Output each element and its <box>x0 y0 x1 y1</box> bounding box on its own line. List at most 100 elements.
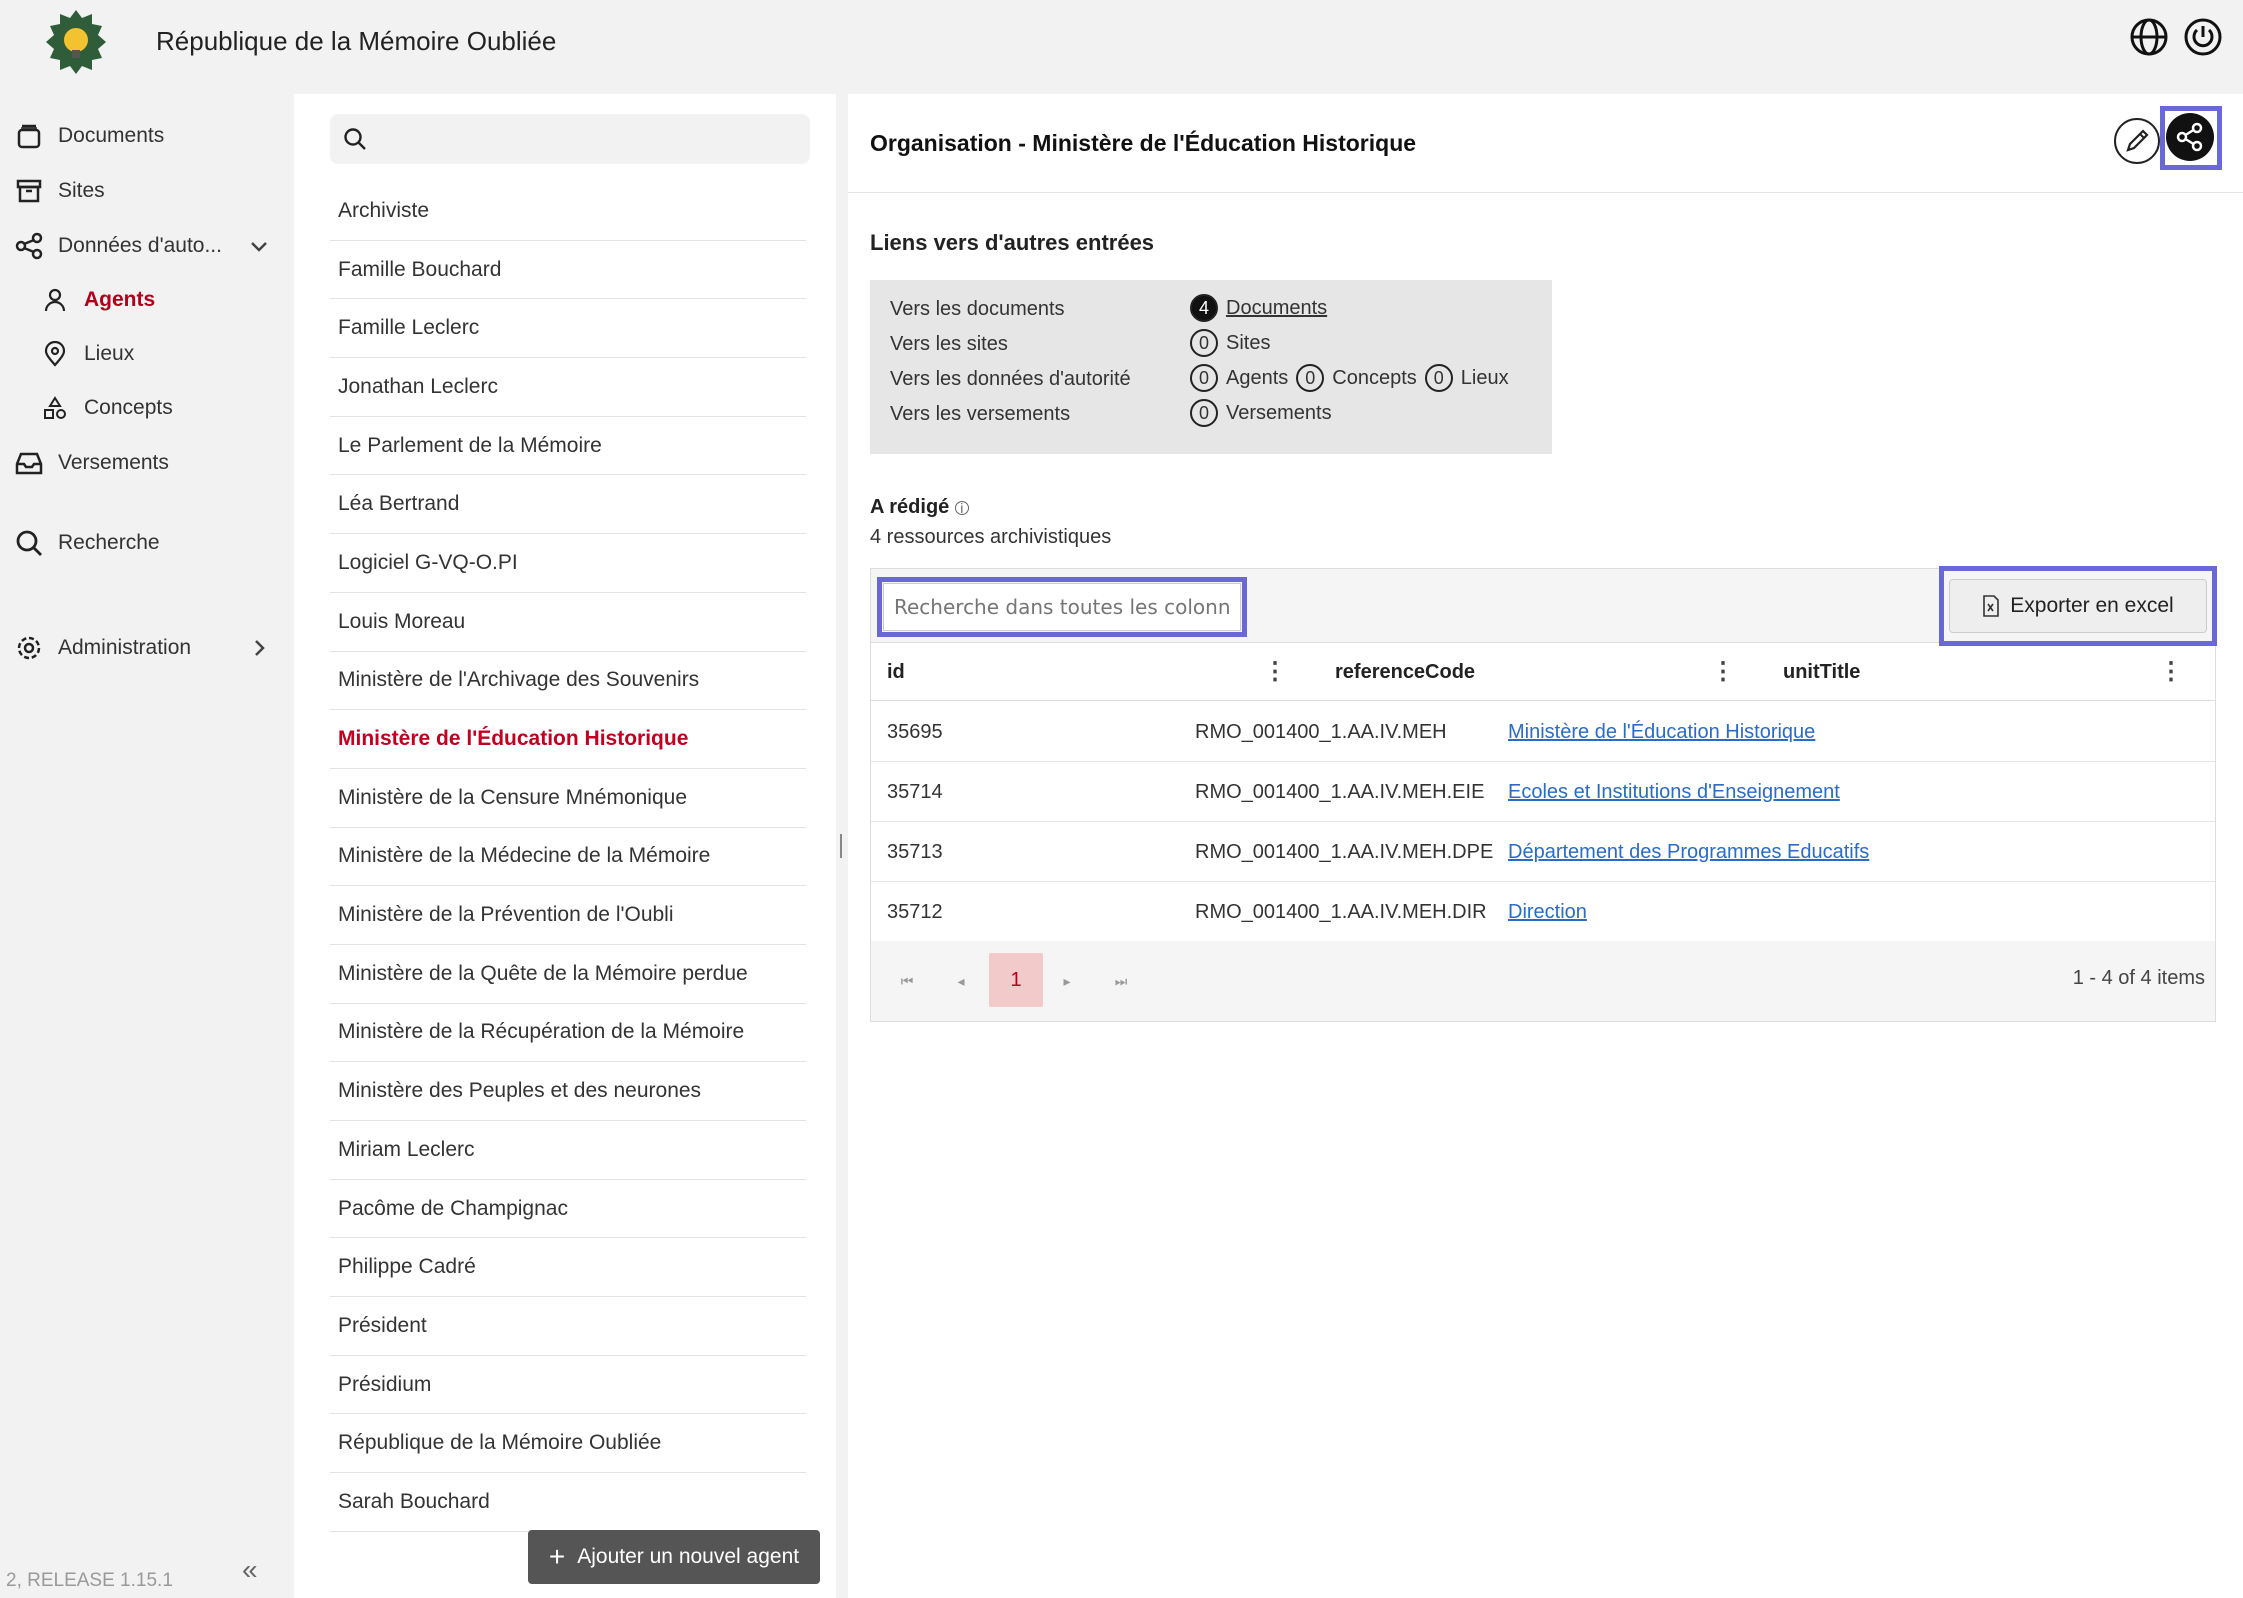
chevron-down-icon[interactable] <box>248 235 270 257</box>
edit-button[interactable] <box>2114 118 2160 164</box>
grid-header-row: id ⋮ referenceCode ⋮ unitTitle ⋮ <box>871 643 2215 701</box>
list-item[interactable]: Sarah Bouchard <box>330 1473 806 1532</box>
agent-list: Archiviste Famille Bouchard Famille Lecler… <box>330 182 806 1532</box>
add-agent-button[interactable]: + Ajouter un nouvel agent <box>528 1530 820 1584</box>
list-item[interactable]: Ministère de la Quête de la Mémoire perd… <box>330 945 806 1004</box>
a-redige-title: A rédigé i <box>870 496 969 519</box>
list-item[interactable]: Léa Bertrand <box>330 475 806 535</box>
sidebar-item-sites[interactable]: Sites <box>0 167 294 215</box>
sidebar-item-donnees-autorite[interactable]: Données d'auto... <box>0 222 294 270</box>
chevron-right-icon[interactable] <box>248 637 270 659</box>
logo-icon <box>46 10 106 74</box>
sidebar-item-lieux[interactable]: Lieux <box>0 330 294 378</box>
table-row[interactable]: 35714 RMO_001400_1.AA.IV.MEH.EIE Ecoles et… <box>871 762 2215 822</box>
list-item[interactable]: Famille Leclerc <box>330 299 806 359</box>
column-menu-icon[interactable]: ⋮ <box>1711 657 1735 687</box>
concepts-text: Concepts <box>1332 366 1417 389</box>
unittitle-link[interactable]: Direction <box>1508 901 1587 924</box>
column-header-referencecode[interactable]: referenceCode <box>1335 643 1475 701</box>
sites-text: Sites <box>1226 331 1271 354</box>
pencil-icon <box>2126 129 2149 152</box>
first-page-icon[interactable]: ⏮ <box>897 967 917 995</box>
info-icon[interactable]: i <box>954 500 969 515</box>
cell-unittitle: Département des Programmes Educatifs <box>1508 822 1869 882</box>
list-item[interactable]: Ministère de la Censure Mnémonique <box>330 769 806 828</box>
list-item[interactable]: Logiciel G-VQ-O.PI <box>330 534 806 593</box>
sidebar-item-concepts[interactable]: Concepts <box>0 384 294 432</box>
versements-text: Versements <box>1226 401 1332 424</box>
column-menu-icon[interactable]: ⋮ <box>1263 657 1287 687</box>
sidebar-item-label: Recherche <box>58 531 160 554</box>
next-page-icon[interactable]: ▸ <box>1057 967 1077 995</box>
search-input[interactable] <box>330 114 810 164</box>
power-icon[interactable] <box>2182 16 2224 58</box>
list-item[interactable]: Ministère de l'Éducation Historique <box>330 710 806 769</box>
collapse-sidebar-button[interactable]: « <box>242 1554 258 1586</box>
cell-referencecode: RMO_001400_1.AA.IV.MEH.DIR <box>1195 900 1487 923</box>
link-label: Vers les sites <box>890 332 1008 355</box>
documents-link[interactable]: Documents <box>1226 297 1327 320</box>
a-redige-label: A rédigé <box>870 496 950 518</box>
link-row-authority: Vers les données d'autorité <box>890 364 1131 394</box>
prev-page-icon[interactable]: ◂ <box>951 967 971 995</box>
list-item[interactable]: Pacôme de Champignac <box>330 1180 806 1239</box>
last-page-icon[interactable]: ⏭ <box>1111 967 1131 995</box>
search-icon <box>16 530 42 556</box>
table-row[interactable]: 35713 RMO_001400_1.AA.IV.MEH.DPE Départeme… <box>871 822 2215 882</box>
list-item[interactable]: Présidium <box>330 1356 806 1415</box>
sidebar-item-label: Lieux <box>84 342 135 365</box>
detail-panel: Organisation - Ministère de l'Éducation … <box>848 94 2243 1598</box>
panel-splitter[interactable] <box>836 94 848 1598</box>
app-title: République de la Mémoire Oubliée <box>156 26 557 56</box>
list-item[interactable]: Archiviste <box>330 182 806 241</box>
list-item[interactable]: Ministère de l'Archivage des Souvenirs <box>330 652 806 711</box>
sidebar-item-documents[interactable]: Documents <box>0 112 294 160</box>
export-label: Exporter en excel <box>2010 594 2174 617</box>
documents-grid: Exporter en excel id ⋮ referenceCode ⋮ u… <box>870 566 2217 1022</box>
list-item[interactable]: Ministère des Peuples et des neurones <box>330 1062 806 1121</box>
list-item[interactable]: Louis Moreau <box>330 593 806 652</box>
list-item[interactable]: Famille Bouchard <box>330 241 806 300</box>
count-badge: 0 <box>1190 364 1218 392</box>
table-row[interactable]: 35695 RMO_001400_1.AA.IV.MEH Ministère de … <box>871 702 2215 762</box>
sidebar-item-versements[interactable]: Versements <box>0 439 294 487</box>
sidebar-item-label: Concepts <box>84 396 173 419</box>
grid-toolbar: Exporter en excel <box>871 566 2217 646</box>
pin-icon <box>44 341 66 367</box>
count-badge: 0 <box>1296 364 1325 392</box>
count-badge: 0 <box>1190 399 1218 427</box>
unittitle-link[interactable]: Ecoles et Institutions d'Enseignement <box>1508 781 1840 804</box>
cell-unittitle: Ecoles et Institutions d'Enseignement <box>1508 762 1840 822</box>
search-icon <box>344 128 366 150</box>
inbox-icon <box>15 452 43 475</box>
share-button[interactable] <box>2166 113 2214 161</box>
link-row-sites: Vers les sites <box>890 329 1008 359</box>
table-row[interactable]: 35712 RMO_001400_1.AA.IV.MEH.DIR Direction <box>871 882 2215 942</box>
list-item[interactable]: Ministère de la Prévention de l'Oubli <box>330 886 806 945</box>
list-item[interactable]: Miriam Leclerc <box>330 1121 806 1180</box>
list-item[interactable]: Ministère de la Médecine de la Mémoire <box>330 828 806 887</box>
cell-referencecode: RMO_001400_1.AA.IV.MEH.EIE <box>1195 780 1485 803</box>
globe-icon[interactable] <box>2128 16 2170 58</box>
sidebar-item-agents[interactable]: Agents <box>0 276 294 324</box>
list-item[interactable]: Le Parlement de la Mémoire <box>330 417 806 476</box>
column-menu-icon[interactable]: ⋮ <box>2159 657 2183 687</box>
page-button-current[interactable]: 1 <box>989 953 1043 1007</box>
links-box: Vers les documents 4 Documents Vers les … <box>870 280 1552 454</box>
list-item[interactable]: Président <box>330 1297 806 1356</box>
splitter-handle[interactable] <box>840 834 842 858</box>
app-header: République de la Mémoire Oubliée <box>0 0 2243 94</box>
grid-search-input[interactable] <box>883 583 1241 631</box>
list-item[interactable]: République de la Mémoire Oubliée <box>330 1414 806 1474</box>
a-redige-count: 4 ressources archivistiques <box>870 526 1112 548</box>
unittitle-link[interactable]: Ministère de l'Éducation Historique <box>1508 721 1815 744</box>
column-header-id[interactable]: id <box>887 643 905 701</box>
export-excel-button[interactable]: Exporter en excel <box>1949 579 2207 633</box>
list-item[interactable]: Philippe Cadré <box>330 1238 806 1298</box>
list-item[interactable]: Jonathan Leclerc <box>330 358 806 417</box>
unittitle-link[interactable]: Département des Programmes Educatifs <box>1508 841 1869 864</box>
column-header-unittitle[interactable]: unitTitle <box>1783 643 1860 701</box>
sidebar-item-administration[interactable]: Administration <box>0 624 294 672</box>
list-item[interactable]: Ministère de la Récupération de la Mémoi… <box>330 1004 806 1063</box>
sidebar-item-recherche[interactable]: Recherche <box>0 519 294 567</box>
